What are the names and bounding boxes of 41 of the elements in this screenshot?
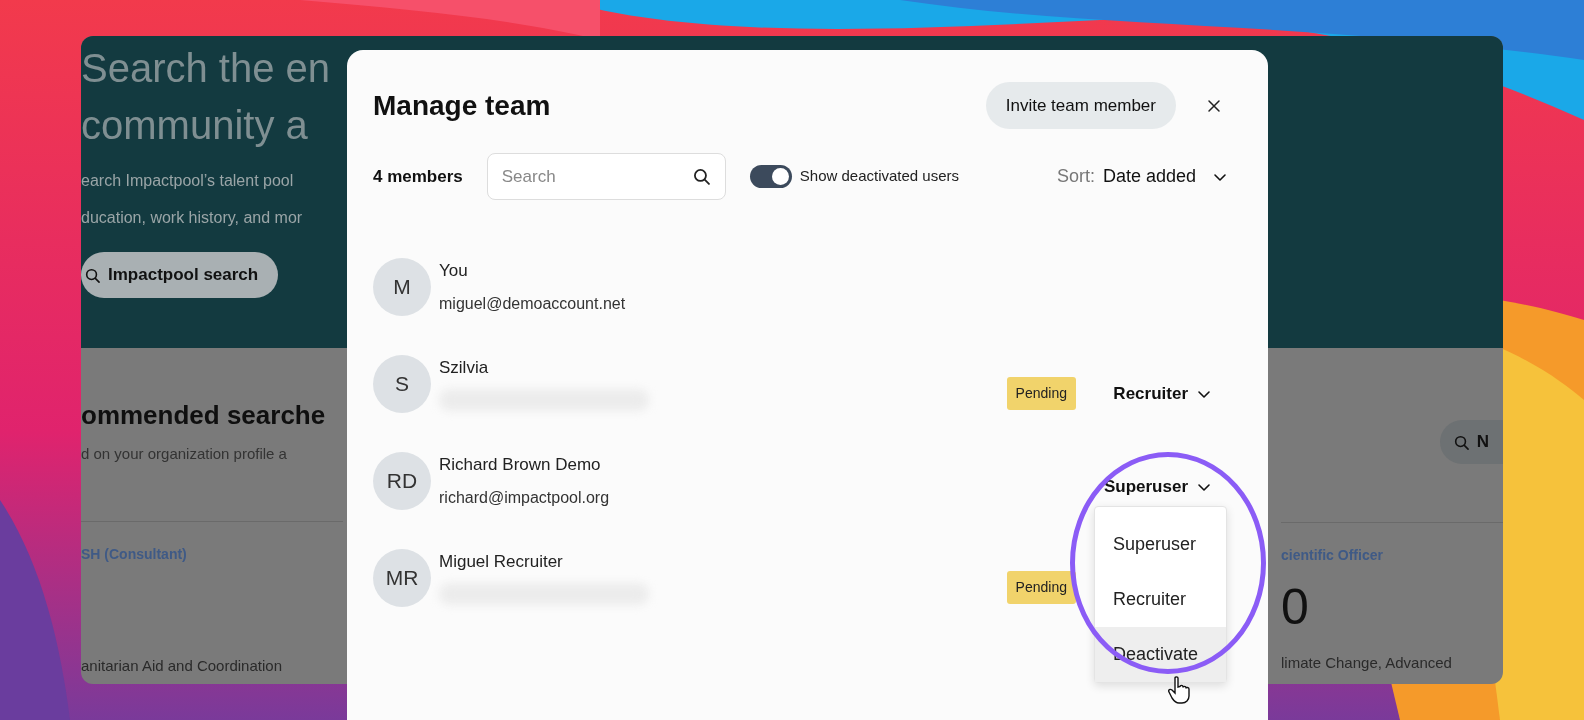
status-badge: Pending [1006, 377, 1076, 410]
card-text: limate Change, Advanced [1281, 653, 1453, 673]
toggle-switch[interactable] [749, 165, 792, 188]
sort-label: Sort: [1056, 165, 1095, 188]
search-icon [692, 168, 710, 185]
search-icon [1453, 434, 1469, 450]
search-button[interactable]: N [1439, 420, 1503, 464]
hero-text: earch Impactpool’s talent pool [81, 171, 295, 191]
status-badge: Pending [1006, 571, 1076, 604]
hero-title: Search the en [81, 45, 332, 92]
section-subtitle: d on your organization profile a [81, 444, 288, 464]
role-dropdown[interactable]: Recruiter [1113, 380, 1212, 407]
close-icon [1206, 98, 1222, 115]
search-icon [85, 267, 100, 283]
member-email: richard@impactpool.org [439, 487, 610, 508]
card-title: SH (Consultant) [81, 544, 188, 564]
member-name: Szilvia [439, 357, 490, 379]
menu-item[interactable]: Superuser [1095, 517, 1226, 572]
card-number: 0 [1281, 582, 1310, 632]
toggle-label: Show deactivated users [799, 166, 960, 187]
member-name: Miguel Recruiter [439, 551, 564, 573]
menu-item[interactable]: Recruiter [1095, 572, 1226, 627]
invite-button[interactable]: Invite team member [985, 82, 1176, 129]
avatar: S [373, 355, 431, 413]
hero-text: ducation, work history, and mor [81, 208, 304, 228]
hero-title: community a [81, 102, 309, 149]
member-name: Richard Brown Demo [439, 454, 602, 476]
search-button[interactable]: Impactpool search [81, 252, 279, 298]
search-field[interactable]: Search [486, 153, 726, 200]
sort-dropdown[interactable]: Date added [1102, 163, 1228, 190]
member-email: miguel@demoaccount.net [439, 293, 626, 314]
avatar: M [373, 258, 431, 316]
card-text: anitarian Aid and Coordination [81, 655, 283, 676]
card-title: cientific Officer [1281, 546, 1384, 565]
role-dropdown[interactable]: Superuser [1103, 474, 1212, 500]
member-count: 4 members [373, 165, 463, 188]
avatar: RD [373, 452, 431, 510]
member-name: You [439, 260, 469, 282]
dialog-title: Manage team [373, 88, 551, 123]
avatar: MR [373, 549, 431, 607]
section-title: ommended searche [81, 399, 327, 432]
